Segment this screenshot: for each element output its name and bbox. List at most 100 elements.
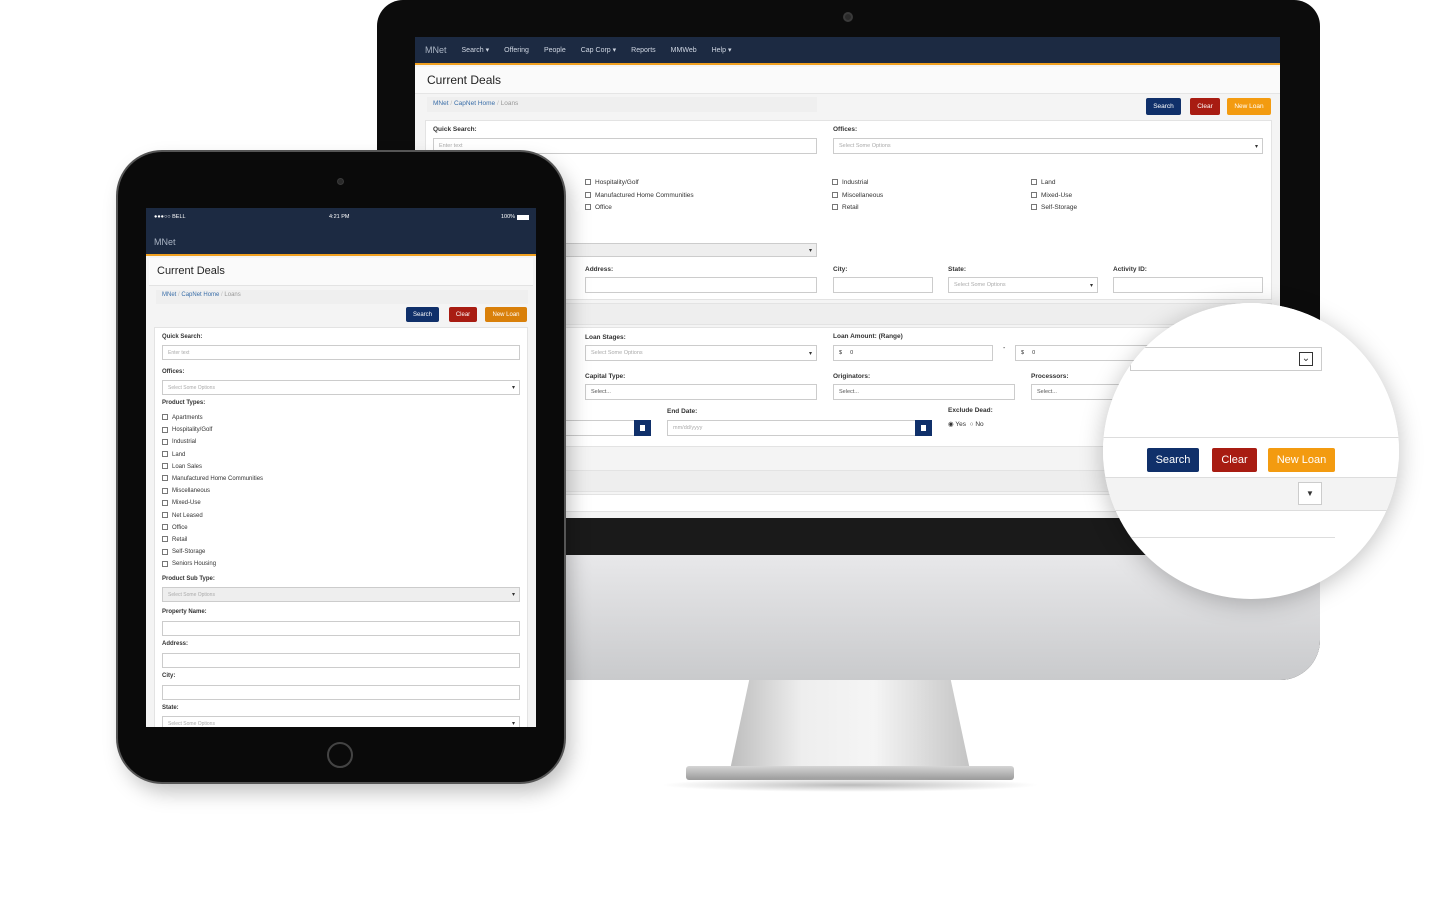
product-sub-type-select[interactable]: Select Some Options bbox=[162, 587, 520, 602]
nav-reports[interactable]: Reports bbox=[631, 47, 656, 54]
product-types-label: Product Types: bbox=[162, 400, 206, 406]
checkbox-product-type[interactable]: Land bbox=[162, 449, 263, 461]
breadcrumb-capnet-home[interactable]: CapNet Home bbox=[454, 100, 495, 107]
checkbox-manufactured-home[interactable]: Manufactured Home Communities bbox=[585, 190, 694, 203]
checkbox-self-storage[interactable]: Self-Storage bbox=[1031, 202, 1077, 215]
activity-id-input[interactable] bbox=[1113, 277, 1263, 293]
address-label: Address: bbox=[162, 641, 189, 647]
address-input[interactable] bbox=[162, 653, 520, 668]
calendar-icon[interactable] bbox=[634, 420, 651, 436]
city-input[interactable] bbox=[162, 685, 520, 700]
checkbox[interactable] bbox=[162, 451, 168, 458]
navbar: MNet Search ▾ Offering People Cap Corp ▾… bbox=[415, 37, 1280, 65]
checkbox-product-type[interactable]: Mixed-Use bbox=[162, 497, 263, 509]
nav-mmweb[interactable]: MMWeb bbox=[671, 47, 697, 54]
state-label: State: bbox=[948, 266, 967, 273]
start-date-input[interactable] bbox=[555, 420, 635, 436]
checkbox-product-type[interactable]: Manufactured Home Communities bbox=[162, 473, 263, 485]
search-button[interactable]: Search bbox=[406, 307, 439, 322]
search-button[interactable]: Search bbox=[1146, 98, 1181, 115]
checkbox-product-type[interactable]: Loan Sales bbox=[162, 461, 263, 473]
state-select[interactable]: Select Some Options bbox=[948, 277, 1098, 293]
checkbox[interactable] bbox=[162, 548, 168, 555]
battery-icon bbox=[517, 215, 529, 220]
breadcrumb-loans: Loans bbox=[500, 100, 519, 107]
checkbox-product-type[interactable]: Self-Storage bbox=[162, 546, 263, 558]
clear-button[interactable]: Clear bbox=[449, 307, 477, 322]
end-date-label: End Date: bbox=[667, 408, 698, 415]
checkbox[interactable] bbox=[162, 414, 168, 421]
city-input[interactable] bbox=[833, 277, 933, 293]
checkbox[interactable] bbox=[162, 463, 168, 470]
nav-help[interactable]: Help ▾ bbox=[712, 46, 732, 54]
checkbox[interactable] bbox=[162, 438, 168, 445]
breadcrumb-mnet[interactable]: MNet bbox=[162, 292, 176, 298]
checkbox-land[interactable]: Land bbox=[1031, 177, 1077, 190]
radio-no[interactable]: ○ No bbox=[970, 421, 984, 428]
checkbox-hospitality[interactable]: Hospitality/Golf bbox=[585, 177, 694, 190]
calendar-icon[interactable] bbox=[915, 420, 932, 436]
state-select[interactable]: Select Some Options bbox=[162, 716, 520, 727]
radio-yes[interactable]: ◉ Yes bbox=[948, 421, 966, 428]
address-label: Address: bbox=[585, 266, 614, 273]
breadcrumb-mnet[interactable]: MNet bbox=[433, 100, 449, 107]
checkbox[interactable] bbox=[162, 524, 168, 531]
checkbox[interactable] bbox=[162, 560, 168, 567]
checkbox-label: Industrial bbox=[172, 439, 197, 446]
home-button[interactable] bbox=[327, 742, 353, 768]
originators-select[interactable]: Select... bbox=[833, 384, 1015, 400]
breadcrumb-capnet-home[interactable]: CapNet Home bbox=[181, 292, 219, 298]
loan-amount-min[interactable]: $0 bbox=[833, 345, 993, 361]
checkbox-product-type[interactable]: Hospitality/Golf bbox=[162, 424, 263, 436]
nav-offering[interactable]: Offering bbox=[504, 47, 529, 54]
checkbox[interactable] bbox=[162, 475, 168, 482]
checkbox-mixed-use[interactable]: Mixed-Use bbox=[1031, 190, 1077, 203]
product-sub-type-label: Product Sub Type: bbox=[162, 576, 215, 582]
checkbox[interactable] bbox=[162, 499, 168, 506]
checkbox-label: Seniors Housing bbox=[172, 561, 217, 568]
brand[interactable]: MNet bbox=[425, 45, 447, 55]
checkbox-product-type[interactable]: Retail bbox=[162, 534, 263, 546]
new-loan-button-zoom[interactable]: New Loan bbox=[1268, 448, 1335, 472]
checkbox-product-type[interactable]: Industrial bbox=[162, 436, 263, 448]
brand[interactable]: MNet bbox=[154, 237, 176, 247]
nav-search[interactable]: Search ▾ bbox=[462, 46, 490, 54]
caret-down-icon[interactable]: ▼ bbox=[1298, 482, 1322, 505]
checkbox-office[interactable]: Office bbox=[585, 202, 694, 215]
offices-select[interactable]: Select Some Options bbox=[833, 138, 1263, 154]
loan-stages-select[interactable]: Select Some Options bbox=[585, 345, 817, 361]
quick-search-input[interactable]: Enter text bbox=[162, 345, 520, 360]
offices-select[interactable]: Select Some Options bbox=[162, 380, 520, 395]
checkbox-product-type[interactable]: Seniors Housing bbox=[162, 558, 263, 570]
page-title: Current Deals bbox=[427, 73, 502, 87]
new-loan-button[interactable]: New Loan bbox=[1227, 98, 1271, 115]
carrier: ●●●○○ BELL bbox=[154, 214, 186, 220]
clear-button-zoom[interactable]: Clear bbox=[1212, 448, 1257, 472]
checkbox-retail[interactable]: Retail bbox=[832, 202, 883, 215]
checkbox-product-type[interactable]: Office bbox=[162, 522, 263, 534]
checkbox[interactable] bbox=[162, 426, 168, 433]
checkbox[interactable] bbox=[162, 536, 168, 543]
nav-people[interactable]: People bbox=[544, 47, 566, 54]
checkbox-product-type[interactable]: Net Leased bbox=[162, 510, 263, 522]
clear-button[interactable]: Clear bbox=[1190, 98, 1220, 115]
range-separator: - bbox=[1003, 345, 1006, 352]
checkbox-label: Self-Storage bbox=[172, 549, 206, 556]
product-sub-type-select[interactable] bbox=[555, 243, 817, 257]
checkbox-label: Miscellaneous bbox=[172, 488, 211, 495]
checkbox-product-type[interactable]: Apartments bbox=[162, 412, 263, 424]
end-date-input[interactable]: mm/dd/yyyy bbox=[667, 420, 917, 436]
chevron-down-icon[interactable]: ⌄ bbox=[1299, 352, 1313, 366]
checkbox[interactable] bbox=[162, 487, 168, 494]
property-name-input[interactable] bbox=[162, 621, 520, 636]
checkbox-miscellaneous[interactable]: Miscellaneous bbox=[832, 190, 883, 203]
processors-select-zoom[interactable] bbox=[1130, 347, 1322, 371]
capital-type-select[interactable]: Select... bbox=[585, 384, 817, 400]
checkbox-product-type[interactable]: Miscellaneous bbox=[162, 485, 263, 497]
new-loan-button[interactable]: New Loan bbox=[485, 307, 527, 322]
search-button-zoom[interactable]: Search bbox=[1147, 448, 1199, 472]
address-input[interactable] bbox=[585, 277, 817, 293]
checkbox[interactable] bbox=[162, 512, 168, 519]
checkbox-industrial[interactable]: Industrial bbox=[832, 177, 883, 190]
nav-cap-corp[interactable]: Cap Corp ▾ bbox=[581, 46, 616, 54]
